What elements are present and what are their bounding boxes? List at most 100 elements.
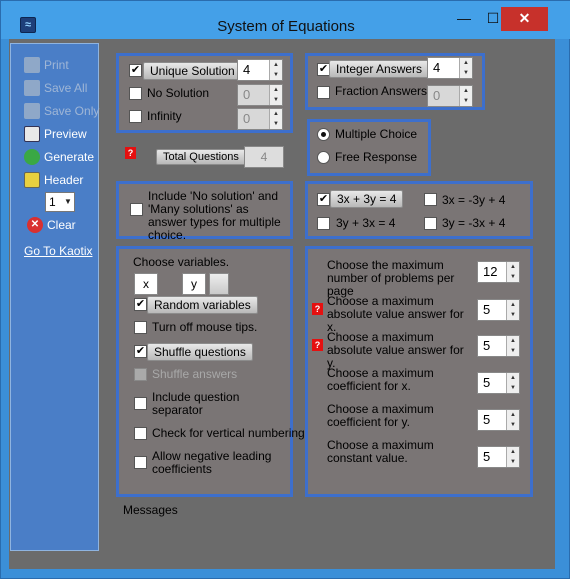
form-option-4-label: 3y = -3x + 4: [442, 216, 506, 230]
header-select-value: 1: [49, 195, 56, 209]
unique-solution-spinner[interactable]: 4 ▲ ▼: [237, 59, 283, 81]
chevron-down-icon: ▼: [64, 197, 72, 206]
infinity-value: 0: [243, 111, 251, 126]
kaotix-link[interactable]: Go To Kaotix: [24, 244, 92, 258]
header-select[interactable]: 1 ▼: [45, 192, 75, 212]
form-option-3-checkbox[interactable]: [317, 217, 330, 230]
shuffle-answers-checkbox[interactable]: [134, 368, 147, 381]
variable-2-field[interactable]: y: [182, 273, 206, 295]
max-coef-y-value: 5: [483, 412, 491, 427]
max-problems-label: Choose the maximum number of problems pe…: [327, 258, 455, 298]
max-problems-value: 12: [483, 264, 498, 279]
max-coef-y-spinner[interactable]: 5 ▲ ▼: [477, 409, 520, 431]
close-button[interactable]: ✕: [501, 7, 548, 31]
max-y-answer-label: Choose a maximum absolute value answer f…: [327, 330, 464, 370]
sidebar-item-save-all[interactable]: Save All: [24, 78, 87, 98]
max-y-answer-value: 5: [483, 338, 491, 353]
sidebar-item-save-only[interactable]: Save Only: [24, 101, 99, 121]
shuffle-questions-label: Shuffle questions: [147, 343, 253, 361]
integer-answers-value: 4: [433, 60, 441, 75]
form-option-1-label: 3x + 3y = 4: [330, 190, 404, 208]
save-icon: [24, 103, 40, 119]
chevron-down-icon[interactable]: ▼: [507, 310, 519, 320]
no-solution-spinner[interactable]: 0 ▲ ▼: [237, 84, 283, 106]
random-variables-label: Random variables: [147, 296, 258, 314]
max-coef-x-spinner[interactable]: 5 ▲ ▼: [477, 372, 520, 394]
title-bar[interactable]: ≈ System of Equations — ☐ ✕: [1, 1, 570, 39]
chevron-down-icon[interactable]: ▼: [460, 68, 472, 78]
save-icon: [24, 80, 40, 96]
multiple-choice-radio[interactable]: [317, 128, 330, 141]
sidebar-item-preview[interactable]: Preview: [24, 124, 87, 144]
messages-label: Messages: [123, 503, 178, 517]
sidebar-item-generate[interactable]: Generate: [24, 147, 94, 167]
chevron-up-icon[interactable]: ▲: [270, 109, 282, 119]
variable-2-spinner-button[interactable]: [209, 273, 229, 295]
vertical-numbering-checkbox[interactable]: [134, 427, 147, 440]
include-special-checkbox[interactable]: [130, 203, 143, 216]
chevron-up-icon[interactable]: ▲: [270, 85, 282, 95]
max-y-answer-spinner[interactable]: 5 ▲ ▼: [477, 335, 520, 357]
unique-solution-label: Unique Solution: [143, 62, 242, 80]
form-option-1-checkbox[interactable]: ✔: [317, 193, 330, 206]
total-questions-field: 4: [244, 146, 284, 168]
minimize-button[interactable]: —: [448, 7, 480, 31]
max-constant-value: 5: [483, 449, 491, 464]
max-x-answer-label: Choose a maximum absolute value answer f…: [327, 294, 464, 334]
form-option-3-label: 3y + 3x = 4: [336, 216, 396, 230]
chevron-up-icon[interactable]: ▲: [507, 447, 519, 457]
max-problems-spinner[interactable]: 12 ▲ ▼: [477, 261, 520, 283]
free-response-radio[interactable]: [317, 151, 330, 164]
sidebar-item-label: Header: [44, 173, 84, 187]
chevron-down-icon[interactable]: ▼: [507, 383, 519, 393]
infinity-label: Infinity: [147, 109, 182, 123]
warning-icon: ?: [312, 339, 323, 351]
sidebar-item-label: Save Only: [44, 104, 100, 118]
form-option-4-checkbox[interactable]: [424, 217, 437, 230]
fraction-answers-spinner[interactable]: 0 ▲ ▼: [427, 85, 473, 107]
no-solution-checkbox[interactable]: [129, 87, 142, 100]
chevron-down-icon[interactable]: ▼: [270, 70, 282, 80]
unique-solution-checkbox[interactable]: ✔: [129, 64, 142, 77]
integer-answers-spinner[interactable]: 4 ▲ ▼: [427, 57, 473, 79]
negative-coefficients-checkbox[interactable]: [134, 456, 147, 469]
chevron-up-icon[interactable]: ▲: [460, 58, 472, 68]
chevron-up-icon[interactable]: ▲: [270, 60, 282, 70]
sidebar-item-print[interactable]: Print: [24, 55, 69, 75]
question-separator-checkbox[interactable]: [134, 397, 147, 410]
chevron-up-icon[interactable]: ▲: [460, 86, 472, 96]
chevron-down-icon[interactable]: ▼: [507, 457, 519, 467]
chevron-down-icon[interactable]: ▼: [507, 272, 519, 282]
random-variables-checkbox[interactable]: ✔: [134, 298, 147, 311]
infinity-checkbox[interactable]: [129, 110, 142, 123]
shuffle-questions-checkbox[interactable]: ✔: [134, 345, 147, 358]
sidebar-item-header[interactable]: Header: [24, 170, 83, 190]
chevron-up-icon[interactable]: ▲: [507, 373, 519, 383]
chevron-up-icon[interactable]: ▲: [507, 410, 519, 420]
warning-icon: ?: [312, 303, 323, 315]
variable-1-field[interactable]: x: [134, 273, 158, 295]
infinity-spinner[interactable]: 0 ▲ ▼: [237, 108, 283, 130]
no-solution-label: No Solution: [147, 86, 210, 100]
chevron-down-icon[interactable]: ▼: [270, 119, 282, 129]
form-option-2-checkbox[interactable]: [424, 193, 437, 206]
chevron-up-icon[interactable]: ▲: [507, 300, 519, 310]
chevron-down-icon[interactable]: ▼: [460, 96, 472, 106]
clear-button[interactable]: ✕ Clear: [27, 215, 76, 235]
app-window: ≈ System of Equations — ☐ ✕ Print Save A…: [0, 0, 570, 579]
max-constant-spinner[interactable]: 5 ▲ ▼: [477, 446, 520, 468]
sidebar-item-label: Generate: [44, 150, 95, 164]
fraction-answers-checkbox[interactable]: [317, 86, 330, 99]
mouse-tips-checkbox[interactable]: [134, 321, 147, 334]
warning-icon: ?: [125, 147, 136, 159]
chevron-down-icon[interactable]: ▼: [507, 346, 519, 356]
chevron-down-icon[interactable]: ▼: [507, 420, 519, 430]
max-x-answer-spinner[interactable]: 5 ▲ ▼: [477, 299, 520, 321]
chevron-up-icon[interactable]: ▲: [507, 262, 519, 272]
chevron-down-icon[interactable]: ▼: [270, 95, 282, 105]
total-questions-label: Total Questions: [156, 149, 246, 165]
max-coef-y-label: Choose a maximum coefficient for y.: [327, 402, 434, 429]
chevron-up-icon[interactable]: ▲: [507, 336, 519, 346]
form-option-2-label: 3x = -3y + 4: [442, 193, 506, 207]
shuffle-answers-label: Shuffle answers: [152, 367, 238, 381]
